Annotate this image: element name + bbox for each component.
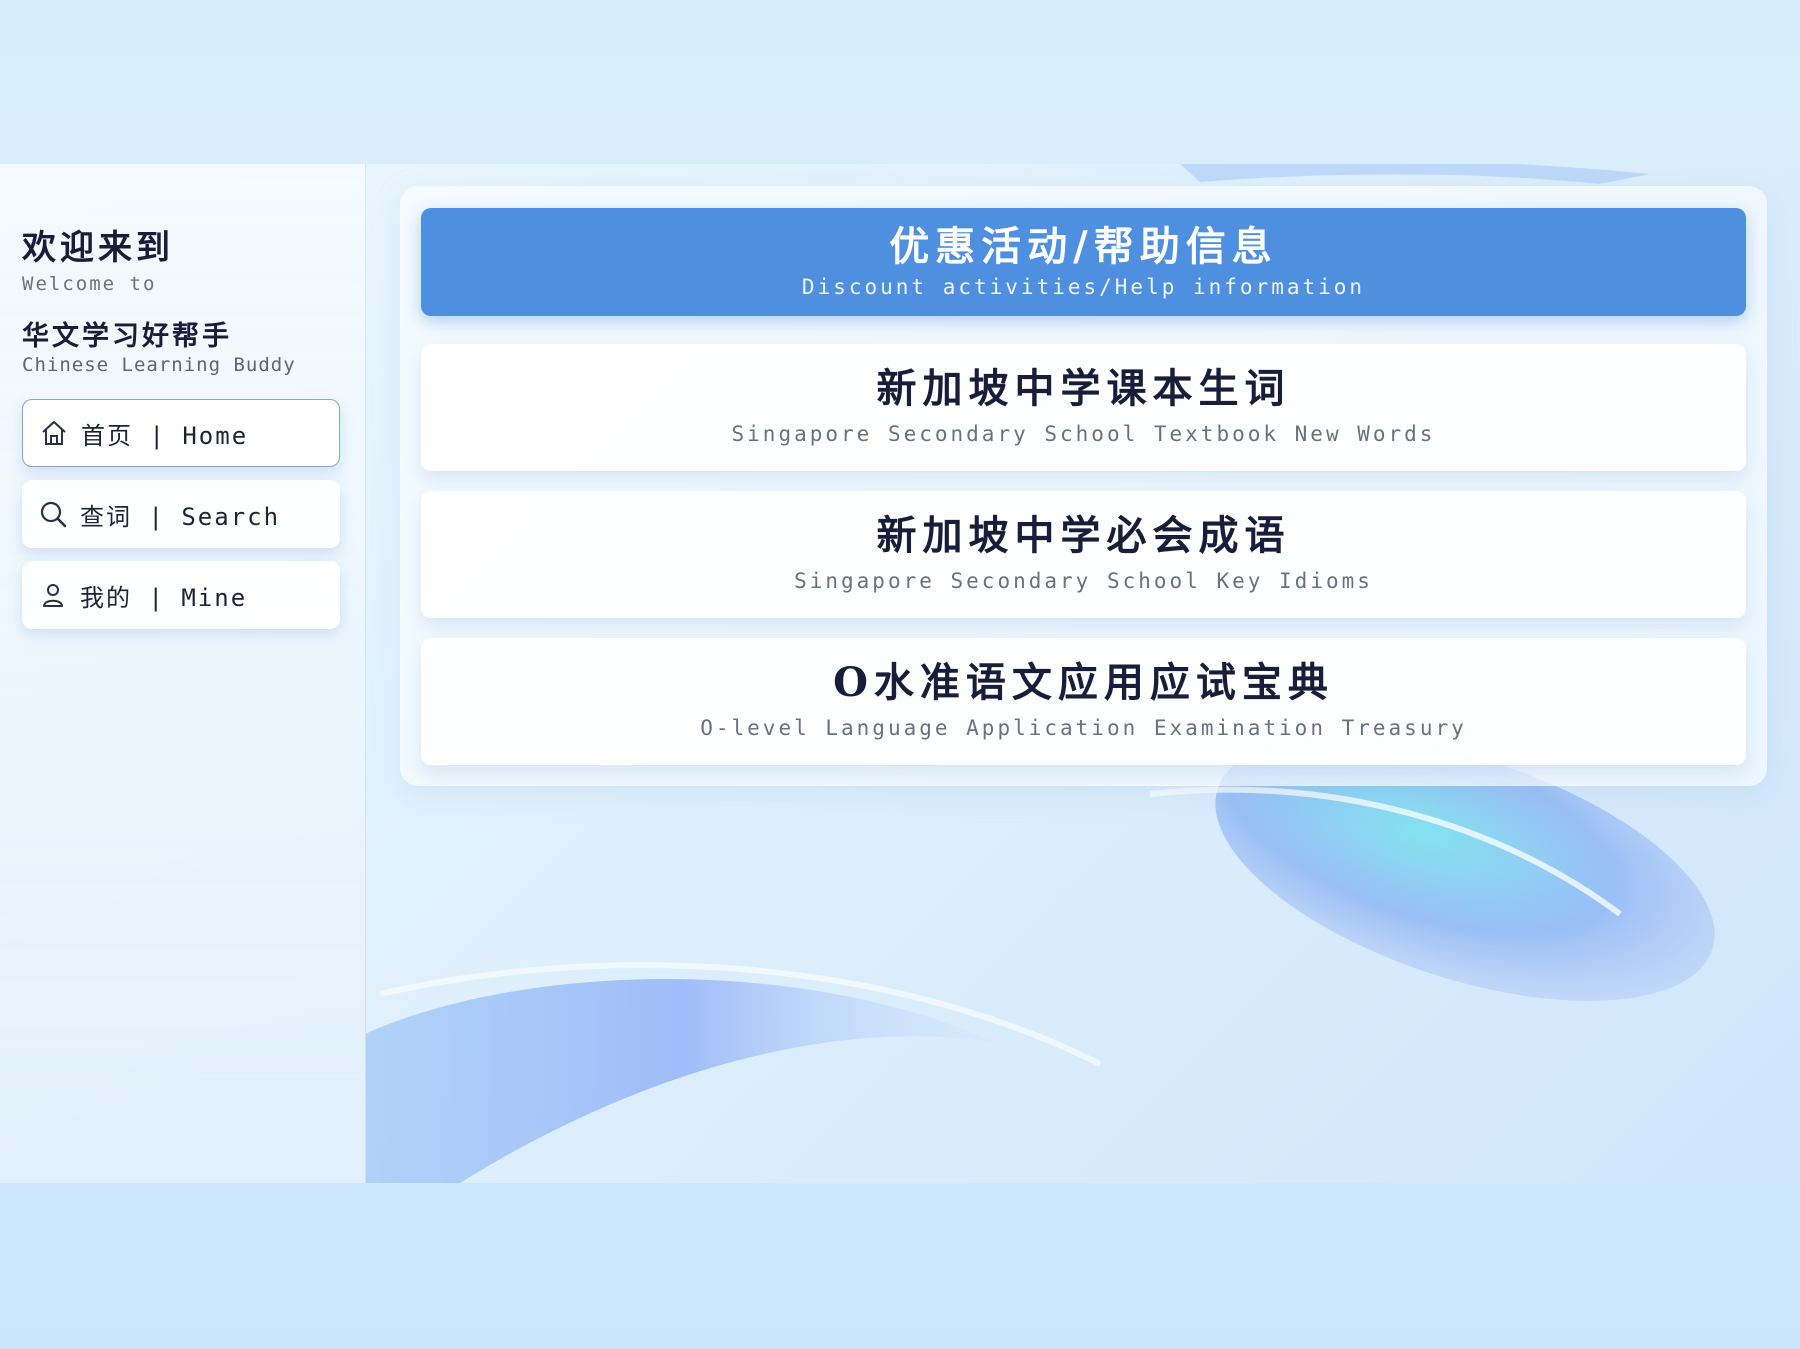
search-icon — [40, 501, 67, 528]
app-name-heading: 华文学习好帮手 — [22, 321, 232, 352]
sidebar: 欢迎来到 Welcome to 华文学习好帮手 Chinese Learning… — [0, 164, 366, 1183]
app-window: 欢迎来到 Welcome to 华文学习好帮手 Chinese Learning… — [0, 164, 1800, 1183]
card-title: 新加坡中学必会成语 — [876, 512, 1291, 559]
nav-mine-label: 我的 | Mine — [80, 583, 248, 612]
card-subtitle: O-level Language Application Examination… — [700, 716, 1467, 740]
card-title: 新加坡中学课本生词 — [876, 365, 1291, 412]
card-subtitle: Discount activities/Help information — [801, 275, 1366, 299]
nav-search-label: 查词 | Search — [80, 502, 281, 531]
app-name-subheading: Chinese Learning Buddy — [22, 354, 296, 376]
user-icon — [43, 584, 63, 607]
card-key-idioms[interactable]: 新加坡中学必会成语 Singapore Secondary School Key… — [421, 491, 1746, 618]
main-panel: 优惠活动/帮助信息 Discount activities/Help infor… — [400, 186, 1767, 786]
card-textbook-words[interactable]: 新加坡中学课本生词 Singapore Secondary School Tex… — [421, 344, 1746, 471]
card-discount-help[interactable]: 优惠活动/帮助信息 Discount activities/Help infor… — [421, 208, 1746, 316]
welcome-heading: 欢迎来到 — [22, 228, 174, 268]
home-icon — [42, 421, 66, 445]
nav-home-button[interactable]: 首页 | Home — [22, 399, 340, 467]
bottom-background-band — [0, 1183, 1800, 1349]
card-olevel-treasury[interactable]: O水准语文应用应试宝典 O-level Language Application… — [421, 638, 1746, 765]
card-title: O水准语文应用应试宝典 — [833, 659, 1334, 706]
nav-home-label: 首页 | Home — [81, 421, 249, 450]
welcome-subheading: Welcome to — [22, 273, 157, 295]
card-title: 优惠活动/帮助信息 — [889, 223, 1278, 270]
nav-search-button[interactable]: 查词 | Search — [22, 480, 340, 548]
nav-mine-button[interactable]: 我的 | Mine — [22, 561, 340, 629]
card-subtitle: Singapore Secondary School Textbook New … — [731, 422, 1436, 446]
top-background-band — [0, 0, 1800, 164]
card-subtitle: Singapore Secondary School Key Idioms — [794, 569, 1373, 593]
